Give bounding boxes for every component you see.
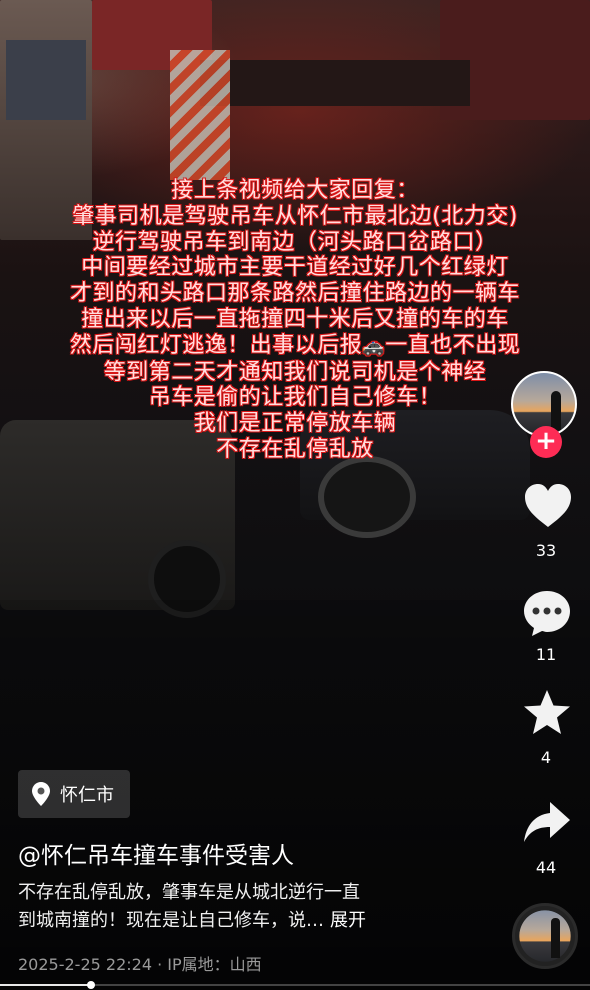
comment-count: 11	[535, 645, 557, 664]
like-heart-icon[interactable]	[523, 483, 573, 529]
expand-button[interactable]: 展开	[330, 910, 366, 931]
progress-fill	[0, 984, 92, 986]
location-tag[interactable]: 怀仁市	[18, 770, 130, 818]
favorite-count: 4	[540, 748, 552, 767]
overlay-line: 等到第二天才通知我们说司机是个神经	[103, 359, 487, 385]
post-meta: 2025-2-25 22:24 · IP属地：山西	[18, 955, 262, 974]
overlay-line: 然后闯红灯逃逸！出事以后报🚓一直也不出现	[10, 333, 580, 360]
description-line: 不存在乱停乱放，肇事车是从城北逆行一直	[18, 882, 360, 903]
crane-body	[200, 60, 470, 106]
overlay-line: 不存在乱停乱放	[216, 436, 374, 462]
location-label: 怀仁市	[60, 785, 114, 806]
video-description: 不存在乱停乱放，肇事车是从城北逆行一直 到城南撞的！现在是让自己修车，说… 展开	[18, 879, 488, 935]
overlay-line-part: 一直也不出现	[385, 332, 521, 358]
car-wheel	[318, 456, 416, 538]
overlay-line: 接上条视频给大家回复：	[171, 178, 419, 203]
overlay-line-part: 然后闯红灯逃逸！出事以后报	[69, 332, 363, 358]
description-text: 到城南撞的！现在是让自己修车，说…	[18, 910, 324, 931]
comment-icon[interactable]	[522, 588, 572, 638]
police-car-icon: 🚓	[362, 335, 386, 357]
location-pin-icon	[32, 782, 50, 806]
crane-boom	[170, 50, 230, 180]
share-arrow-icon[interactable]	[522, 798, 572, 848]
overlay-line: 中间要经过城市主要干道经过好几个红绿灯	[81, 255, 509, 281]
video-caption-overlay: 接上条视频给大家回复： 肇事司机是驾驶吊车从怀仁市最北边(北力交) 逆行驾驶吊车…	[10, 178, 580, 463]
author-name[interactable]: @怀仁吊车撞车事件受害人	[18, 836, 294, 870]
overlay-line: 撞出来以后一直拖撞四十米后又撞的车的车	[81, 306, 509, 332]
description-line: 到城南撞的！现在是让自己修车，说… 展开	[18, 907, 488, 935]
music-disc[interactable]	[512, 903, 578, 969]
like-count: 33	[535, 541, 557, 560]
overlay-line: 吊车是偷的让我们自己修车！	[148, 385, 442, 411]
overlay-line: 逆行驾驶吊车到南边（河头路口岔路口）	[92, 229, 498, 255]
overlay-line: 我们是正常停放车辆	[193, 411, 397, 437]
share-count: 44	[535, 858, 557, 877]
video-progress-bar[interactable]	[0, 981, 590, 989]
follow-button[interactable]: +	[530, 426, 562, 458]
overlay-line: 才到的和头路口那条路然后撞住路边的一辆车	[69, 281, 520, 307]
overlay-line: 肇事司机是驾驶吊车从怀仁市最北边(北力交)	[72, 203, 518, 229]
favorite-star-icon[interactable]	[522, 688, 572, 738]
